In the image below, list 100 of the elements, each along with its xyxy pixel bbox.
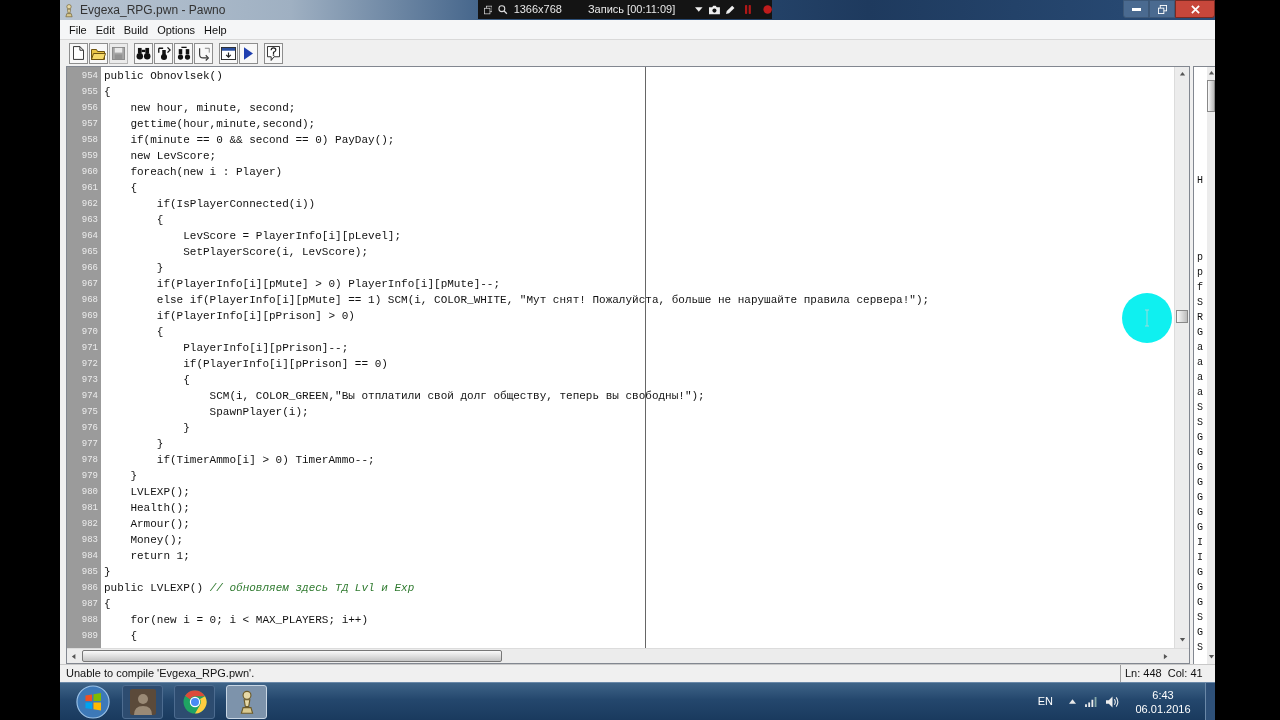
- function-list-item[interactable]: G: [1197, 505, 1207, 520]
- code-line: Money();: [130, 533, 184, 548]
- search-icon[interactable]: [498, 4, 508, 15]
- toolbar-button[interactable]: [89, 42, 108, 64]
- function-list-item[interactable]: I: [1197, 550, 1207, 565]
- line-number: 968: [81, 294, 99, 307]
- camera-icon[interactable]: [708, 4, 720, 15]
- menu-item[interactable]: File: [65, 21, 91, 38]
- scroll-up-arrow-icon: [1207, 70, 1215, 77]
- function-list-item[interactable]: G: [1197, 565, 1207, 580]
- pause-icon[interactable]: [744, 4, 751, 15]
- restore-button[interactable]: [1149, 0, 1175, 18]
- code-line: }: [130, 469, 137, 484]
- code-line: new LevScore;: [130, 149, 217, 164]
- function-list-item[interactable]: H: [1197, 173, 1207, 188]
- function-list-item[interactable]: G: [1197, 490, 1207, 505]
- cursor-highlight-icon: [1122, 293, 1172, 343]
- function-list-item[interactable]: f: [1197, 280, 1207, 295]
- code-line: if(IsPlayerConnected(i)): [156, 197, 316, 212]
- code-line: {: [104, 597, 111, 612]
- toolbar-button[interactable]: [154, 42, 173, 64]
- start-button[interactable]: [75, 683, 111, 720]
- minimize-button[interactable]: [1123, 0, 1149, 18]
- signal-bars-icon[interactable]: [1085, 696, 1097, 707]
- menu-item[interactable]: Options: [153, 21, 200, 38]
- curved-arrow-icon: [196, 45, 211, 61]
- function-list-item[interactable]: a: [1197, 340, 1207, 355]
- line-number: 983: [81, 534, 99, 547]
- function-list-item[interactable]: G: [1197, 430, 1207, 445]
- function-list-item[interactable]: a: [1197, 370, 1207, 385]
- record-icon[interactable]: [762, 4, 772, 15]
- line-number: 965: [81, 246, 99, 259]
- overlapping-squares-icon[interactable]: [484, 4, 493, 15]
- scrollbar-thumb[interactable]: [82, 650, 502, 662]
- function-list-item[interactable]: G: [1197, 445, 1207, 460]
- minimize-icon: [1131, 7, 1141, 11]
- clock-time[interactable]: 6:43: [1152, 687, 1174, 702]
- function-list-item[interactable]: S: [1197, 400, 1207, 415]
- taskbar-app-button[interactable]: [174, 684, 215, 719]
- scrollbar-thumb[interactable]: [1176, 310, 1188, 323]
- scrollbar-thumb[interactable]: [1207, 80, 1215, 112]
- function-list-item[interactable]: I: [1197, 535, 1207, 550]
- line-number: 967: [81, 278, 99, 291]
- code-line: public Obnovlsek(): [104, 69, 223, 84]
- toolbar-button[interactable]: [239, 42, 258, 64]
- window-title: Evgexa_RPG.pwn - Pawno: [80, 2, 226, 19]
- toolbar-button[interactable]: [194, 42, 213, 64]
- windows-logo-icon: [76, 684, 110, 719]
- line-number: 972: [81, 358, 99, 371]
- toolbar-button[interactable]: [69, 42, 88, 64]
- function-list-item[interactable]: G: [1197, 595, 1207, 610]
- code-line: if(minute == 0 && second == 0) PayDay();: [130, 133, 395, 148]
- line-number: 961: [81, 182, 99, 195]
- line-number: 975: [81, 406, 99, 419]
- toolbar-button[interactable]: [174, 42, 193, 64]
- function-list-item[interactable]: S: [1197, 415, 1207, 430]
- clock-date[interactable]: 06.01.2016: [1135, 701, 1191, 716]
- function-list-item[interactable]: a: [1197, 385, 1207, 400]
- function-list-item[interactable]: S: [1197, 295, 1207, 310]
- line-number: 985: [81, 566, 99, 579]
- function-list-item[interactable]: p: [1197, 265, 1207, 280]
- close-button[interactable]: [1175, 0, 1215, 18]
- up-arrow-icon[interactable]: [1069, 699, 1076, 704]
- menu-item[interactable]: Build: [119, 21, 153, 38]
- status-message: Unable to compile 'Evgexa_RPG.pwn'.: [65, 666, 255, 682]
- line-number: 960: [81, 166, 99, 179]
- code-line: }: [156, 437, 164, 452]
- code-line: {: [183, 373, 190, 388]
- function-list-item[interactable]: G: [1197, 475, 1207, 490]
- function-list-item[interactable]: S: [1197, 640, 1207, 655]
- scroll-down-arrow-icon: [1207, 654, 1215, 661]
- function-list-item[interactable]: a: [1197, 355, 1207, 370]
- function-list-item[interactable]: G: [1197, 460, 1207, 475]
- taskbar-app-button[interactable]: [122, 684, 163, 719]
- menu-item[interactable]: Help: [200, 21, 231, 38]
- toolbar-button[interactable]: [264, 42, 283, 64]
- vertical-scrollbar[interactable]: [1174, 67, 1189, 648]
- function-list-item[interactable]: G: [1197, 625, 1207, 640]
- function-list-item[interactable]: S: [1197, 610, 1207, 625]
- resolution-text: 1366x768: [513, 2, 562, 18]
- code-line: }: [156, 261, 164, 276]
- line-number: 977: [81, 438, 99, 451]
- code-line: PlayerInfo[i][pPrison]--;: [183, 341, 349, 356]
- code-line: Armour();: [130, 517, 190, 532]
- menu-item[interactable]: Edit: [91, 21, 119, 38]
- line-number: 955: [81, 86, 99, 99]
- language-indicator[interactable]: EN: [1037, 693, 1053, 710]
- function-list-item[interactable]: G: [1197, 325, 1207, 340]
- line-number: 962: [81, 198, 99, 211]
- toolbar-button[interactable]: [134, 42, 153, 64]
- caret-icon[interactable]: [695, 7, 703, 12]
- function-list-item[interactable]: G: [1197, 520, 1207, 535]
- function-list-item[interactable]: G: [1197, 580, 1207, 595]
- line-number: 954: [81, 70, 99, 83]
- toolbar-button[interactable]: [219, 42, 238, 64]
- pencil-icon[interactable]: [725, 4, 735, 15]
- code-line: return 1;: [130, 549, 190, 564]
- speaker-icon[interactable]: [1106, 695, 1119, 708]
- function-list-item[interactable]: p: [1197, 250, 1207, 265]
- function-list-item[interactable]: R: [1197, 310, 1207, 325]
